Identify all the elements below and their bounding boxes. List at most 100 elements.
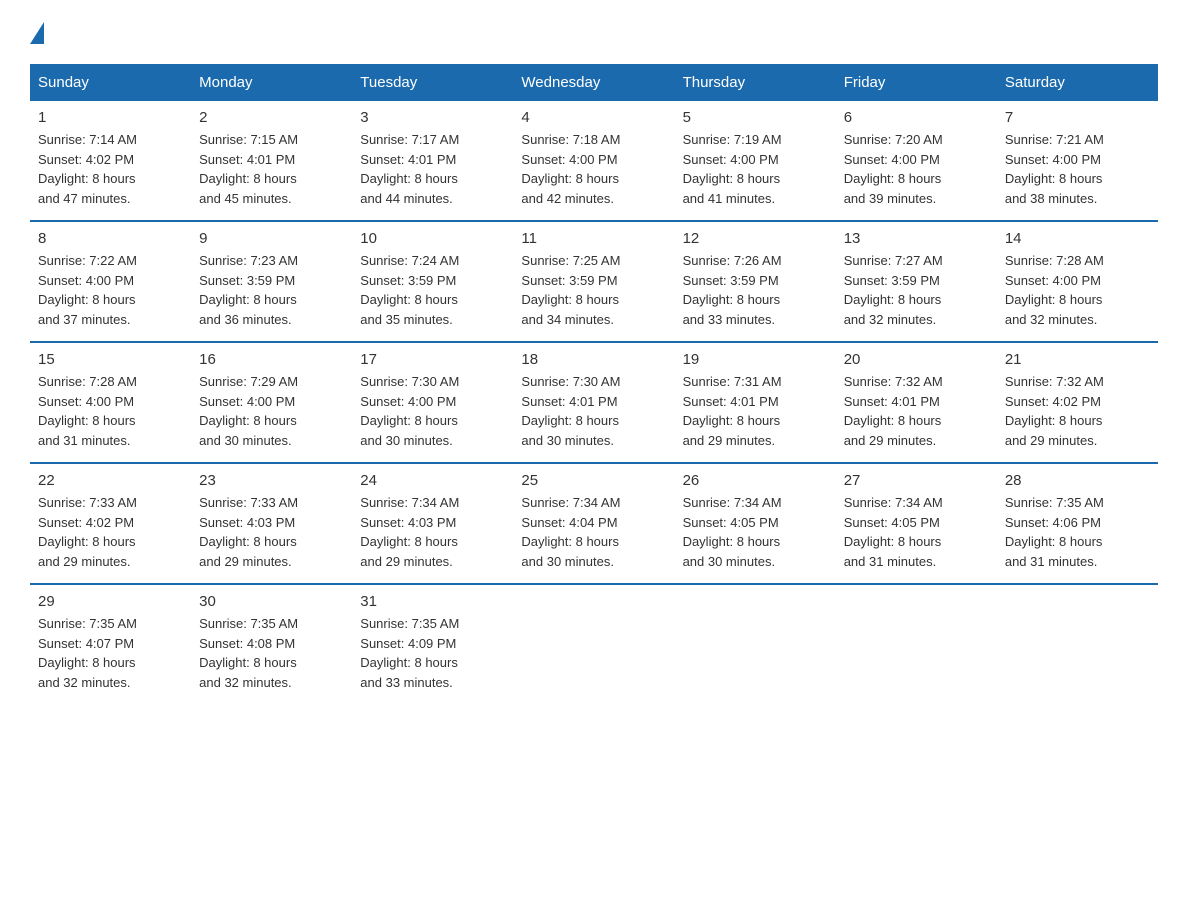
calendar-cell: 8 Sunrise: 7:22 AMSunset: 4:00 PMDaylight… [30,221,191,342]
day-number: 6 [844,109,989,126]
calendar-cell: 18 Sunrise: 7:30 AMSunset: 4:01 PMDayligh… [513,342,674,463]
calendar-cell: 27 Sunrise: 7:34 AMSunset: 4:05 PMDayligh… [836,463,997,584]
calendar-cell: 21 Sunrise: 7:32 AMSunset: 4:02 PMDayligh… [997,342,1158,463]
day-info: Sunrise: 7:35 AMSunset: 4:08 PMDaylight:… [199,614,344,692]
calendar-cell: 13 Sunrise: 7:27 AMSunset: 3:59 PMDayligh… [836,221,997,342]
day-info: Sunrise: 7:19 AMSunset: 4:00 PMDaylight:… [683,130,828,208]
day-number: 20 [844,351,989,368]
day-info: Sunrise: 7:28 AMSunset: 4:00 PMDaylight:… [1005,251,1150,329]
day-info: Sunrise: 7:15 AMSunset: 4:01 PMDaylight:… [199,130,344,208]
day-number: 23 [199,472,344,489]
logo [30,20,44,44]
day-number: 16 [199,351,344,368]
day-header-thursday: Thursday [675,64,836,101]
calendar-cell: 28Sunrise: 7:35 AMSunset: 4:06 PMDayligh… [997,463,1158,584]
day-info: Sunrise: 7:35 AMSunset: 4:06 PMDaylight:… [1005,493,1150,571]
day-number: 11 [521,230,666,247]
day-number: 18 [521,351,666,368]
day-number: 30 [199,593,344,610]
calendar-cell: 23 Sunrise: 7:33 AMSunset: 4:03 PMDayligh… [191,463,352,584]
day-info: Sunrise: 7:34 AMSunset: 4:04 PMDaylight:… [521,493,666,571]
day-number: 5 [683,109,828,126]
logo-triangle-icon [30,22,44,44]
calendar-cell [836,584,997,704]
day-header-friday: Friday [836,64,997,101]
day-number: 4 [521,109,666,126]
day-header-wednesday: Wednesday [513,64,674,101]
day-info: Sunrise: 7:32 AMSunset: 4:01 PMDaylight:… [844,372,989,450]
day-info: Sunrise: 7:34 AMSunset: 4:05 PMDaylight:… [844,493,989,571]
day-info: Sunrise: 7:27 AMSunset: 3:59 PMDaylight:… [844,251,989,329]
calendar-cell: 5 Sunrise: 7:19 AMSunset: 4:00 PMDaylight… [675,101,836,221]
calendar-cell: 19 Sunrise: 7:31 AMSunset: 4:01 PMDayligh… [675,342,836,463]
calendar-cell: 1 Sunrise: 7:14 AMSunset: 4:02 PMDaylight… [30,101,191,221]
day-info: Sunrise: 7:17 AMSunset: 4:01 PMDaylight:… [360,130,505,208]
calendar-cell: 2 Sunrise: 7:15 AMSunset: 4:01 PMDaylight… [191,101,352,221]
page-header [30,20,1158,44]
calendar-cell: 9 Sunrise: 7:23 AMSunset: 3:59 PMDaylight… [191,221,352,342]
day-number: 2 [199,109,344,126]
day-info: Sunrise: 7:24 AMSunset: 3:59 PMDaylight:… [360,251,505,329]
calendar-cell [675,584,836,704]
calendar-cell: 7 Sunrise: 7:21 AMSunset: 4:00 PMDaylight… [997,101,1158,221]
day-number: 9 [199,230,344,247]
day-info: Sunrise: 7:21 AMSunset: 4:00 PMDaylight:… [1005,130,1150,208]
day-info: Sunrise: 7:26 AMSunset: 3:59 PMDaylight:… [683,251,828,329]
calendar-cell: 3 Sunrise: 7:17 AMSunset: 4:01 PMDaylight… [352,101,513,221]
calendar-cell: 4 Sunrise: 7:18 AMSunset: 4:00 PMDaylight… [513,101,674,221]
calendar-cell: 6 Sunrise: 7:20 AMSunset: 4:00 PMDaylight… [836,101,997,221]
calendar-cell: 12 Sunrise: 7:26 AMSunset: 3:59 PMDayligh… [675,221,836,342]
day-info: Sunrise: 7:34 AMSunset: 4:05 PMDaylight:… [683,493,828,571]
day-number: 8 [38,230,183,247]
calendar-cell: 30 Sunrise: 7:35 AMSunset: 4:08 PMDayligh… [191,584,352,704]
day-info: Sunrise: 7:35 AMSunset: 4:09 PMDaylight:… [360,614,505,692]
calendar-cell: 11Sunrise: 7:25 AMSunset: 3:59 PMDayligh… [513,221,674,342]
week-row-2: 8 Sunrise: 7:22 AMSunset: 4:00 PMDaylight… [30,221,1158,342]
week-row-4: 22Sunrise: 7:33 AMSunset: 4:02 PMDayligh… [30,463,1158,584]
calendar-cell: 22Sunrise: 7:33 AMSunset: 4:02 PMDayligh… [30,463,191,584]
day-info: Sunrise: 7:28 AMSunset: 4:00 PMDaylight:… [38,372,183,450]
day-number: 13 [844,230,989,247]
day-header-row: SundayMondayTuesdayWednesdayThursdayFrid… [30,64,1158,101]
day-info: Sunrise: 7:22 AMSunset: 4:00 PMDaylight:… [38,251,183,329]
day-info: Sunrise: 7:32 AMSunset: 4:02 PMDaylight:… [1005,372,1150,450]
day-number: 14 [1005,230,1150,247]
day-info: Sunrise: 7:18 AMSunset: 4:00 PMDaylight:… [521,130,666,208]
day-number: 25 [521,472,666,489]
day-number: 3 [360,109,505,126]
day-info: Sunrise: 7:33 AMSunset: 4:03 PMDaylight:… [199,493,344,571]
day-number: 19 [683,351,828,368]
calendar-cell: 15Sunrise: 7:28 AMSunset: 4:00 PMDayligh… [30,342,191,463]
calendar-cell [997,584,1158,704]
day-number: 1 [38,109,183,126]
day-number: 27 [844,472,989,489]
day-info: Sunrise: 7:14 AMSunset: 4:02 PMDaylight:… [38,130,183,208]
day-info: Sunrise: 7:20 AMSunset: 4:00 PMDaylight:… [844,130,989,208]
day-number: 12 [683,230,828,247]
day-number: 22 [38,472,183,489]
calendar-cell: 16 Sunrise: 7:29 AMSunset: 4:00 PMDayligh… [191,342,352,463]
calendar-table: SundayMondayTuesdayWednesdayThursdayFrid… [30,64,1158,704]
week-row-3: 15Sunrise: 7:28 AMSunset: 4:00 PMDayligh… [30,342,1158,463]
week-row-5: 29 Sunrise: 7:35 AMSunset: 4:07 PMDayligh… [30,584,1158,704]
calendar-cell: 17Sunrise: 7:30 AMSunset: 4:00 PMDayligh… [352,342,513,463]
day-header-saturday: Saturday [997,64,1158,101]
calendar-cell: 29 Sunrise: 7:35 AMSunset: 4:07 PMDayligh… [30,584,191,704]
day-number: 31 [360,593,505,610]
day-info: Sunrise: 7:29 AMSunset: 4:00 PMDaylight:… [199,372,344,450]
day-info: Sunrise: 7:30 AMSunset: 4:00 PMDaylight:… [360,372,505,450]
day-header-sunday: Sunday [30,64,191,101]
day-info: Sunrise: 7:23 AMSunset: 3:59 PMDaylight:… [199,251,344,329]
day-number: 29 [38,593,183,610]
calendar-cell: 25 Sunrise: 7:34 AMSunset: 4:04 PMDayligh… [513,463,674,584]
day-number: 21 [1005,351,1150,368]
day-header-monday: Monday [191,64,352,101]
calendar-cell: 31 Sunrise: 7:35 AMSunset: 4:09 PMDayligh… [352,584,513,704]
day-info: Sunrise: 7:30 AMSunset: 4:01 PMDaylight:… [521,372,666,450]
day-header-tuesday: Tuesday [352,64,513,101]
day-number: 7 [1005,109,1150,126]
calendar-cell: 20 Sunrise: 7:32 AMSunset: 4:01 PMDayligh… [836,342,997,463]
day-info: Sunrise: 7:35 AMSunset: 4:07 PMDaylight:… [38,614,183,692]
calendar-cell [513,584,674,704]
day-info: Sunrise: 7:31 AMSunset: 4:01 PMDaylight:… [683,372,828,450]
